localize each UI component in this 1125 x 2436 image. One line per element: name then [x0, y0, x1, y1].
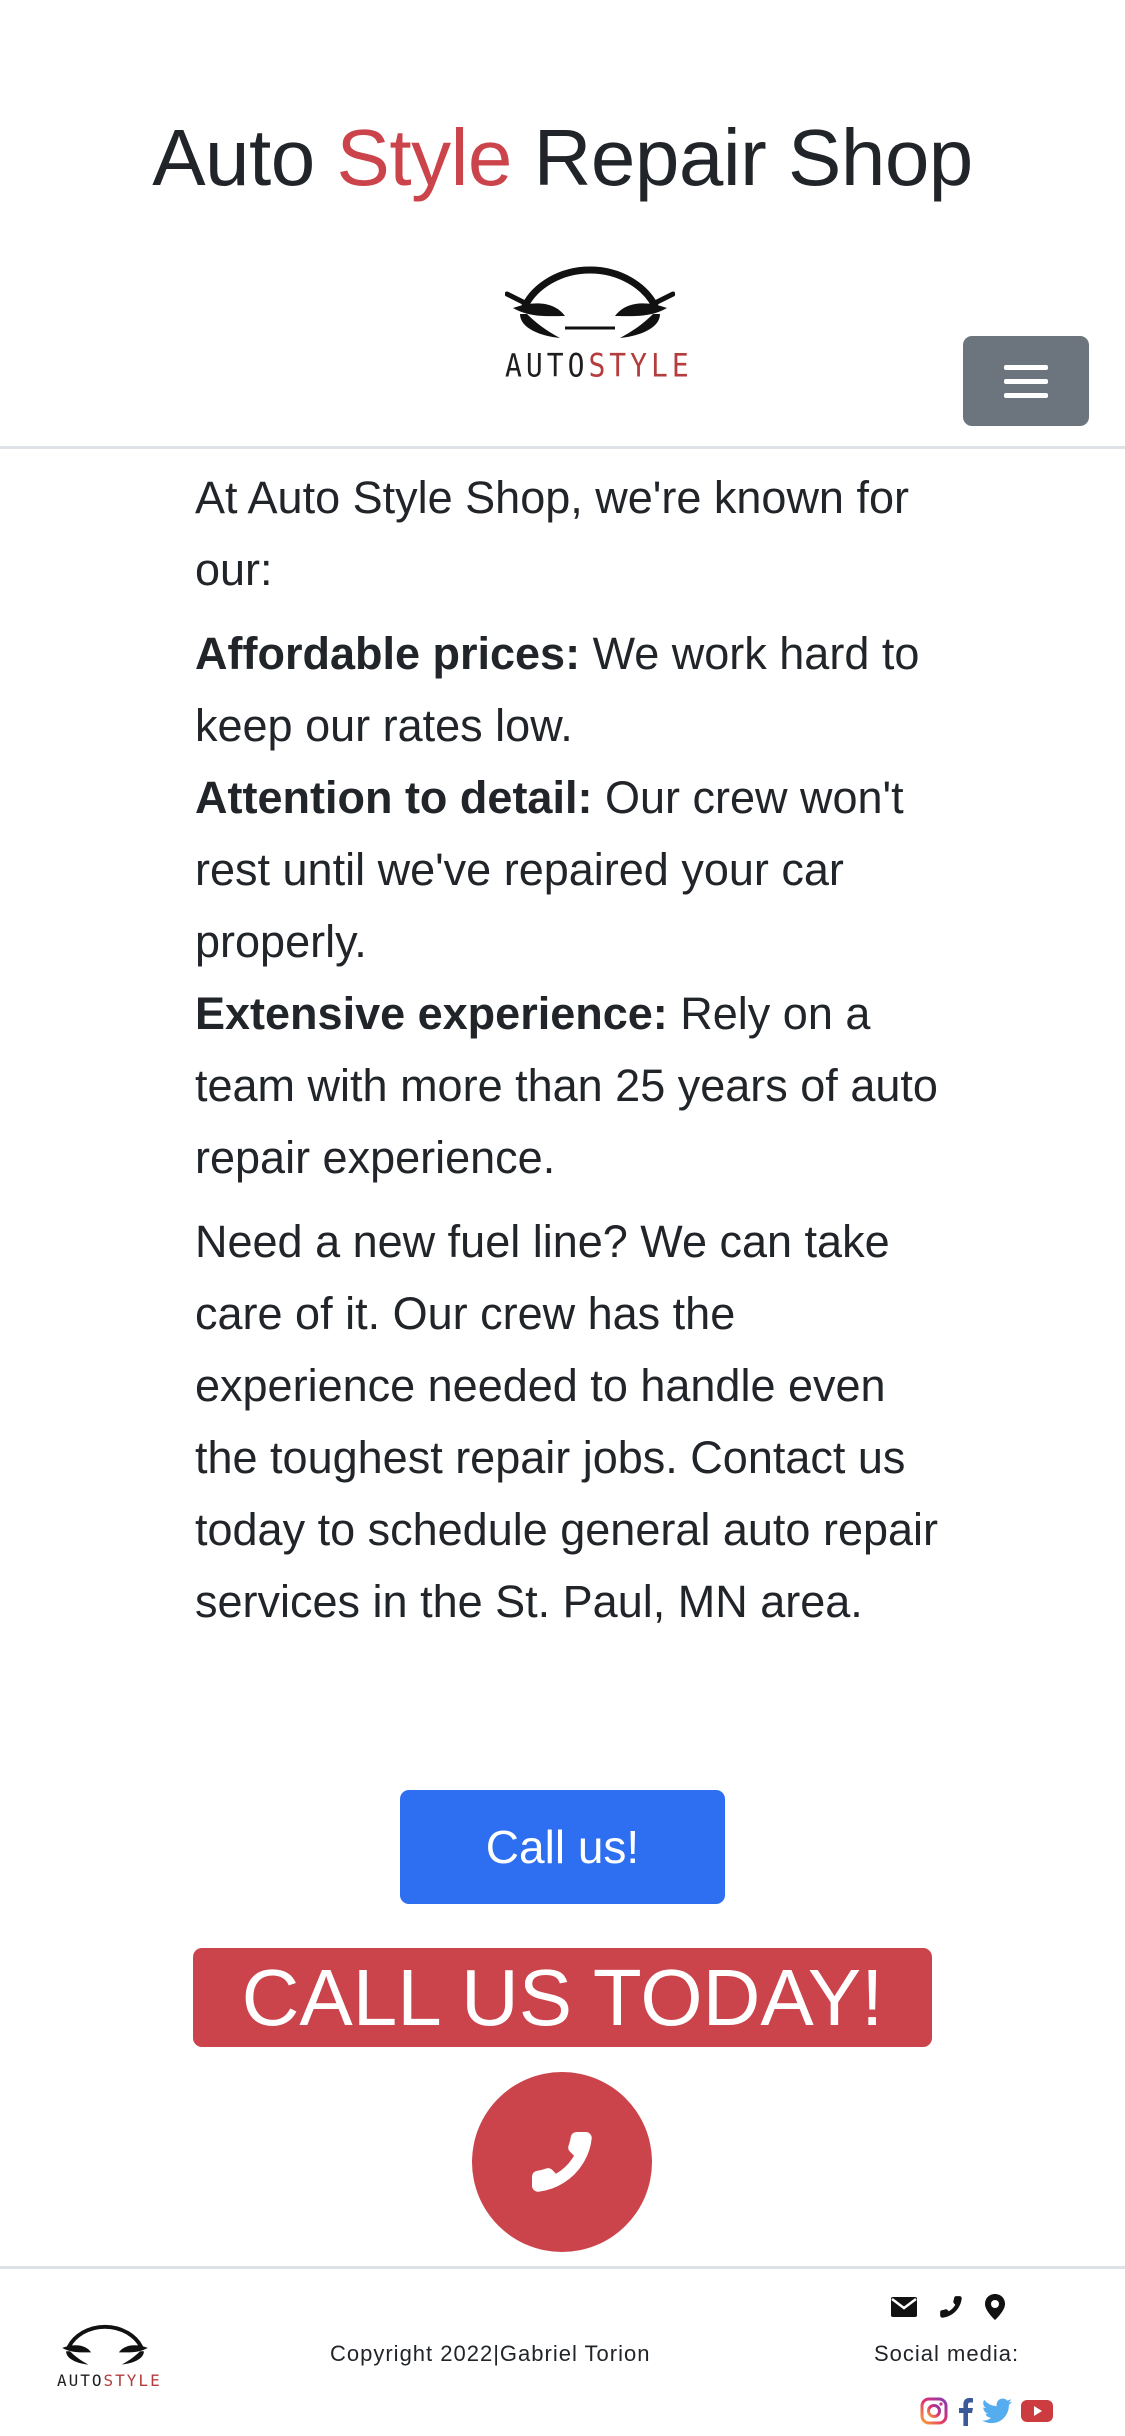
logo-text-auto: AUTO — [505, 346, 589, 385]
title-accent: Style — [336, 113, 512, 202]
social-media-label: Social media: — [874, 2341, 1020, 2366]
description-paragraph: Need a new fuel line? We can take care o… — [195, 1216, 939, 1627]
site-title: Auto Style Repair Shop — [0, 108, 1125, 208]
footer-logo-text-auto: AUTO — [57, 2371, 104, 2390]
phone-icon[interactable] — [938, 2294, 964, 2320]
footer-logo[interactable]: AUTOSTYLE — [57, 2319, 160, 2394]
hamburger-menu-icon-bar-2 — [1004, 378, 1048, 384]
youtube-icon[interactable] — [1020, 2399, 1054, 2423]
social-icons — [920, 2395, 1054, 2427]
hamburger-menu-icon-bar-3 — [1004, 392, 1048, 398]
menu-toggle-button[interactable] — [963, 336, 1089, 426]
map-pin-icon[interactable] — [984, 2293, 1006, 2321]
feature-title: Attention to detail: — [195, 772, 593, 823]
hamburger-menu-icon — [1004, 364, 1048, 370]
feature-title: Extensive experience: — [195, 988, 668, 1039]
copyright-text: Copyright 2022|Gabriel Torion — [330, 2341, 651, 2366]
intro-text: At Auto Style Shop, we're known for our: — [195, 472, 909, 595]
title-part1: Auto — [152, 113, 337, 202]
footer-logo-text-style: STYLE — [103, 2371, 162, 2390]
feature-item: Extensive experience: Rely on a team wit… — [195, 978, 940, 1194]
contact-icons — [890, 2291, 1010, 2323]
instagram-icon[interactable] — [920, 2397, 948, 2425]
car-silhouette-icon — [62, 2324, 148, 2365]
page: Auto Style Repair Shop AUTOSTYLE At Auto… — [0, 0, 1125, 2436]
car-silhouette-icon — [505, 266, 675, 338]
footer-logo-text: AUTOSTYLE — [57, 2371, 160, 2390]
title-part2: Repair Shop — [511, 113, 974, 202]
feature-title: Affordable prices: — [195, 628, 581, 679]
phone-icon — [531, 2131, 592, 2192]
phone-call-button[interactable] — [472, 2072, 652, 2252]
feature-item: Attention to detail: Our crew won't rest… — [195, 762, 940, 978]
site-header: Auto Style Repair Shop AUTOSTYLE — [0, 0, 1125, 449]
call-us-button[interactable]: Call us! — [400, 1790, 725, 1904]
facebook-icon[interactable] — [956, 2396, 974, 2426]
feature-item: Affordable prices: We work hard to keep … — [195, 618, 940, 762]
site-logo[interactable]: AUTOSTYLE — [505, 256, 689, 386]
main-content: At Auto Style Shop, we're known for our:… — [195, 462, 940, 1638]
site-footer: AUTOSTYLE Copyright 2022|Gabriel Torion … — [0, 2266, 1125, 2436]
envelope-icon[interactable] — [890, 2296, 918, 2318]
logo-text-style: STYLE — [588, 346, 693, 385]
call-us-today-banner[interactable]: CALL US TODAY! — [193, 1948, 932, 2047]
twitter-icon[interactable] — [982, 2398, 1012, 2424]
logo-text: AUTOSTYLE — [505, 346, 689, 385]
